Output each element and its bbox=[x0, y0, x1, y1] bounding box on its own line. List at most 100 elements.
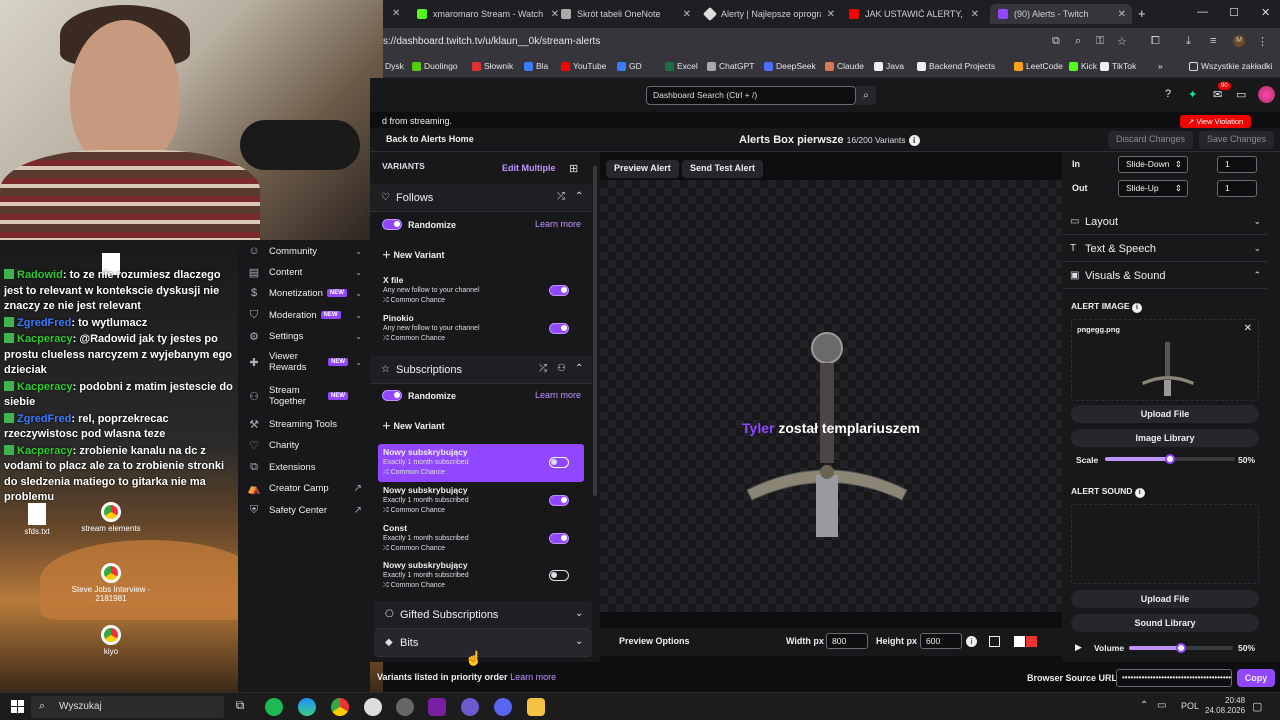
new-tab-icon[interactable]: + bbox=[1138, 6, 1146, 21]
bookmark-item[interactable]: Excel bbox=[665, 61, 698, 71]
add-variant-group-icon[interactable]: ⊞ bbox=[569, 162, 578, 175]
animation-in-duration-input[interactable]: 1 bbox=[1217, 156, 1257, 173]
onenote-icon[interactable] bbox=[428, 698, 446, 716]
prime-icon[interactable]: ✦ bbox=[1188, 88, 1197, 101]
accordion-layout[interactable]: ▭ Layout ⌄ bbox=[1063, 209, 1267, 235]
shuffle-icon[interactable]: ⤮ bbox=[539, 363, 547, 374]
edit-multiple-button[interactable]: Edit Multiple bbox=[502, 163, 556, 173]
desktop-icon-stream-elements[interactable]: stream elements bbox=[66, 502, 156, 533]
background-transparent-icon[interactable] bbox=[989, 636, 1000, 647]
sidebar-item-charity[interactable]: ♡ Charity bbox=[238, 437, 370, 453]
bookmark-item[interactable]: Duolingo bbox=[412, 61, 458, 71]
url-field[interactable]: s://dashboard.twitch.tv/u/klaun__0k/stre… bbox=[383, 36, 600, 47]
network-icon[interactable]: ▭ bbox=[1157, 700, 1166, 711]
animation-out-select[interactable]: Slide-Up ⇕ bbox=[1118, 180, 1188, 197]
toggle-switch[interactable] bbox=[382, 219, 402, 230]
info-icon[interactable]: i bbox=[908, 135, 920, 146]
variant-item[interactable]: Nowy subskrybujący Exactly 1 month subsc… bbox=[378, 557, 584, 595]
chevron-down-icon[interactable]: ⌄ bbox=[575, 636, 583, 647]
learn-more-link[interactable]: Learn more bbox=[535, 390, 581, 400]
translate-icon[interactable]: ⧉ bbox=[1052, 35, 1060, 48]
avatar[interactable] bbox=[1258, 86, 1275, 103]
close-icon[interactable]: ✕ bbox=[683, 9, 691, 20]
bookmark-item[interactable]: Kick bbox=[1069, 61, 1097, 71]
background-red-swatch[interactable] bbox=[1026, 636, 1037, 647]
taskbar-search-input[interactable]: ⌕ Wyszukaj bbox=[31, 696, 224, 718]
shuffle-icon[interactable]: ⤮ bbox=[557, 191, 565, 202]
browser-tab[interactable]: Alerty | Najlepsze oprogramowanie ✕ bbox=[702, 4, 835, 24]
accordion-visuals-sound[interactable]: ▣ Visuals & Sound ⌃ bbox=[1063, 263, 1267, 289]
close-icon[interactable]: ✕ bbox=[392, 8, 400, 19]
help-icon[interactable]: ? bbox=[1165, 88, 1171, 100]
spotify-icon[interactable] bbox=[265, 698, 283, 716]
bookmark-item[interactable]: YouTube bbox=[561, 61, 606, 71]
extensions-icon[interactable]: ⧠ bbox=[1151, 35, 1160, 48]
info-icon[interactable]: i bbox=[966, 636, 977, 647]
minimize-icon[interactable]: — bbox=[1197, 6, 1208, 18]
edge-icon[interactable] bbox=[298, 698, 316, 716]
whispers-icon[interactable]: ▭ bbox=[1236, 88, 1246, 101]
info-icon[interactable]: i bbox=[1134, 488, 1145, 498]
variant-toggle[interactable] bbox=[549, 457, 569, 468]
tab-search-icon[interactable]: ≡ bbox=[1210, 35, 1216, 47]
volume-slider[interactable] bbox=[1129, 643, 1233, 653]
bookmark-item[interactable]: GD bbox=[617, 61, 642, 71]
close-icon[interactable]: ✕ bbox=[827, 9, 835, 20]
variant-item[interactable]: Nowy subskrybujący Exactly 1 month subsc… bbox=[378, 482, 584, 520]
taskbar-clock[interactable]: 20:48 24.08.2026 bbox=[1205, 696, 1245, 716]
sidebar-item-content[interactable]: ▤ Content ⌄ bbox=[238, 264, 370, 280]
view-violation-button[interactable]: ↗ View Violation bbox=[1180, 115, 1252, 128]
alert-sound-dropzone[interactable] bbox=[1071, 504, 1259, 584]
user-settings-icon[interactable]: ⚇ bbox=[557, 363, 566, 374]
scale-slider[interactable] bbox=[1105, 454, 1235, 464]
browser-tab-active[interactable]: (90) Alerts - Twitch ✕ bbox=[990, 4, 1132, 24]
image-library-button[interactable]: Image Library bbox=[1071, 429, 1259, 447]
chrome-icon[interactable] bbox=[331, 698, 349, 716]
dashboard-search-input[interactable]: Dashboard Search (Ctrl + /) bbox=[646, 86, 856, 105]
animation-in-select[interactable]: Slide-Down ⇕ bbox=[1118, 156, 1188, 173]
close-icon[interactable]: ✕ bbox=[1118, 9, 1126, 20]
sidebar-item-monetization[interactable]: $ Monetization NEW ⌄ bbox=[238, 285, 370, 301]
background-white-swatch[interactable] bbox=[1014, 636, 1025, 647]
tray-chevron-icon[interactable]: ⌃ bbox=[1140, 700, 1148, 711]
variant-item-selected[interactable]: Nowy subskrybujący Exactly 1 month subsc… bbox=[378, 444, 584, 482]
browser-tab[interactable]: Skrót tabeli OneNote ✕ bbox=[561, 4, 691, 24]
variant-toggle[interactable] bbox=[549, 570, 569, 581]
send-test-alert-button[interactable]: Send Test Alert bbox=[682, 160, 764, 178]
task-view-icon[interactable]: ⧉ bbox=[231, 698, 249, 716]
save-changes-button[interactable]: Save Changes bbox=[1199, 131, 1275, 149]
file-explorer-icon[interactable] bbox=[527, 698, 545, 716]
section-bits[interactable]: ◆ Bits ⌄ bbox=[374, 629, 592, 657]
volume-slider-handle[interactable] bbox=[1176, 643, 1186, 653]
browser-tab[interactable]: JAK USTAWIĆ ALERTY, CHAT ✕ bbox=[849, 4, 979, 24]
copy-button[interactable]: Copy bbox=[1237, 669, 1275, 687]
desktop-icon-steve-jobs[interactable]: Steve Jobs Interview - 2181981 bbox=[66, 563, 156, 603]
app-icon[interactable] bbox=[461, 698, 479, 716]
variant-item[interactable]: Pinokio Any new follow to your channel ⤮… bbox=[378, 310, 584, 348]
search-icon[interactable]: ⌕ bbox=[856, 86, 876, 105]
profile-avatar-icon[interactable]: M bbox=[1233, 35, 1245, 47]
sidebar-item-stream-together[interactable]: ⚇ Stream Together NEW bbox=[238, 384, 370, 408]
browser-source-url-field[interactable]: •••••••••••••••••••••••••••••••••••••••• bbox=[1116, 669, 1232, 687]
alert-image-dropzone[interactable]: pngegg.png ✕ bbox=[1071, 319, 1259, 401]
chevron-up-icon[interactable]: ⌃ bbox=[575, 363, 583, 374]
sidebar-item-creator-camp[interactable]: ⛺ Creator Camp ↗ bbox=[238, 480, 370, 496]
upload-image-button[interactable]: Upload File bbox=[1071, 405, 1259, 423]
back-to-alerts-home-button[interactable]: Back to Alerts Home bbox=[386, 134, 474, 144]
close-icon[interactable]: ✕ bbox=[1244, 323, 1252, 334]
sidebar-item-extensions[interactable]: ⧉ Extensions bbox=[238, 459, 370, 475]
bookmark-item[interactable]: LeetCode bbox=[1014, 61, 1063, 71]
info-icon[interactable]: i bbox=[1131, 303, 1142, 313]
upload-sound-button[interactable]: Upload File bbox=[1071, 590, 1259, 608]
learn-more-link[interactable]: Learn more bbox=[510, 672, 556, 682]
learn-more-link[interactable]: Learn more bbox=[535, 219, 581, 229]
toggle-switch[interactable] bbox=[382, 390, 402, 401]
sidebar-item-safety-center[interactable]: ⛨ Safety Center ↗ bbox=[238, 502, 370, 518]
notifications-icon[interactable]: ▢ bbox=[1252, 700, 1262, 713]
browser-tab[interactable]: xmaromaro Stream - Watch ✕ bbox=[417, 4, 559, 24]
variant-toggle[interactable] bbox=[549, 285, 569, 296]
bookmark-item[interactable]: Słownik bbox=[472, 61, 513, 71]
width-input[interactable]: 800 bbox=[826, 633, 868, 649]
bookmark-item[interactable]: Java bbox=[874, 61, 904, 71]
close-icon[interactable]: ✕ bbox=[971, 9, 979, 20]
